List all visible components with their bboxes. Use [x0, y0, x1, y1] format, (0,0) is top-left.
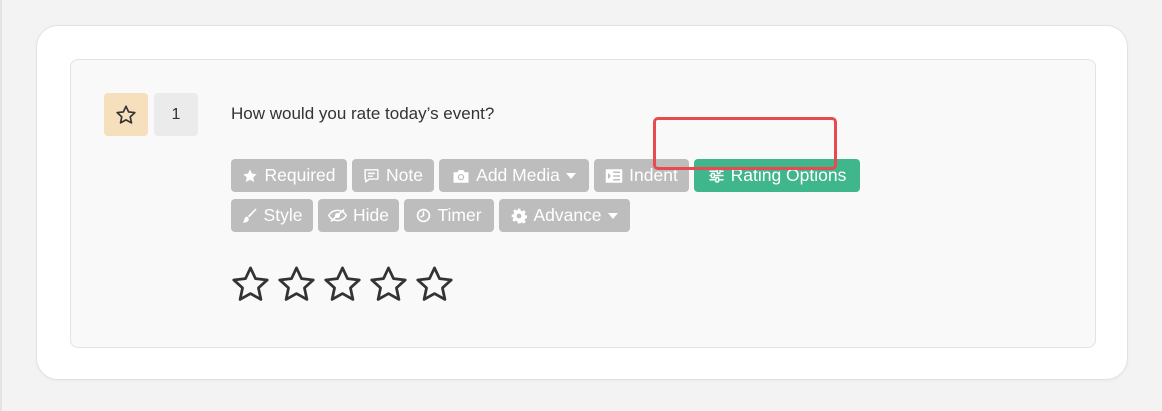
caret-down-icon — [607, 212, 618, 219]
rating-star-icon[interactable] — [323, 265, 362, 304]
note-label: Note — [386, 165, 423, 185]
hide-button[interactable]: Hide — [318, 199, 399, 232]
add-media-button[interactable]: Add Media — [439, 159, 589, 192]
timer-label: Timer — [437, 205, 482, 225]
eye-slash-icon — [328, 209, 347, 222]
brush-icon — [242, 208, 257, 223]
advance-label: Advance — [533, 205, 602, 225]
timer-button[interactable]: Timer — [404, 199, 494, 232]
more-options-icon[interactable]: ••• — [1096, 0, 1116, 7]
required-button[interactable]: Required — [231, 159, 347, 192]
rating-star-icon[interactable] — [231, 265, 270, 304]
question-text[interactable]: How would you rate today’s event? — [231, 104, 494, 124]
indent-label: Indent — [629, 165, 678, 185]
page-edge — [0, 0, 2, 411]
style-button[interactable]: Style — [231, 199, 313, 232]
advance-button[interactable]: Advance — [499, 199, 630, 232]
star-icon — [243, 168, 258, 182]
rating-star-icon[interactable] — [369, 265, 408, 304]
rating-star-icon[interactable] — [415, 265, 454, 304]
rating-options-label: Rating Options — [730, 165, 847, 185]
rating-star-icon[interactable] — [277, 265, 316, 304]
indent-icon — [605, 168, 623, 183]
required-label: Required — [264, 165, 336, 185]
caret-down-icon — [565, 172, 576, 179]
question-container: 1 How would you rate today’s event? Requ… — [36, 25, 1128, 380]
camera-icon — [453, 169, 469, 183]
clock-icon — [417, 208, 431, 223]
rating-stars — [231, 265, 454, 305]
hide-label: Hide — [353, 205, 389, 225]
indent-button[interactable]: Indent — [594, 159, 689, 192]
question-number: 1 — [154, 93, 198, 136]
gear-icon — [512, 208, 528, 224]
add-media-label: Add Media — [476, 165, 560, 185]
rating-options-button[interactable]: Rating Options — [694, 159, 860, 192]
style-label: Style — [263, 205, 303, 225]
note-button[interactable]: Note — [352, 159, 434, 192]
question-type-badge — [104, 93, 148, 136]
question-card: 1 How would you rate today’s event? Requ… — [70, 59, 1096, 348]
star-outline-icon — [116, 104, 136, 124]
sliders-icon — [709, 168, 724, 183]
note-icon — [364, 169, 379, 183]
